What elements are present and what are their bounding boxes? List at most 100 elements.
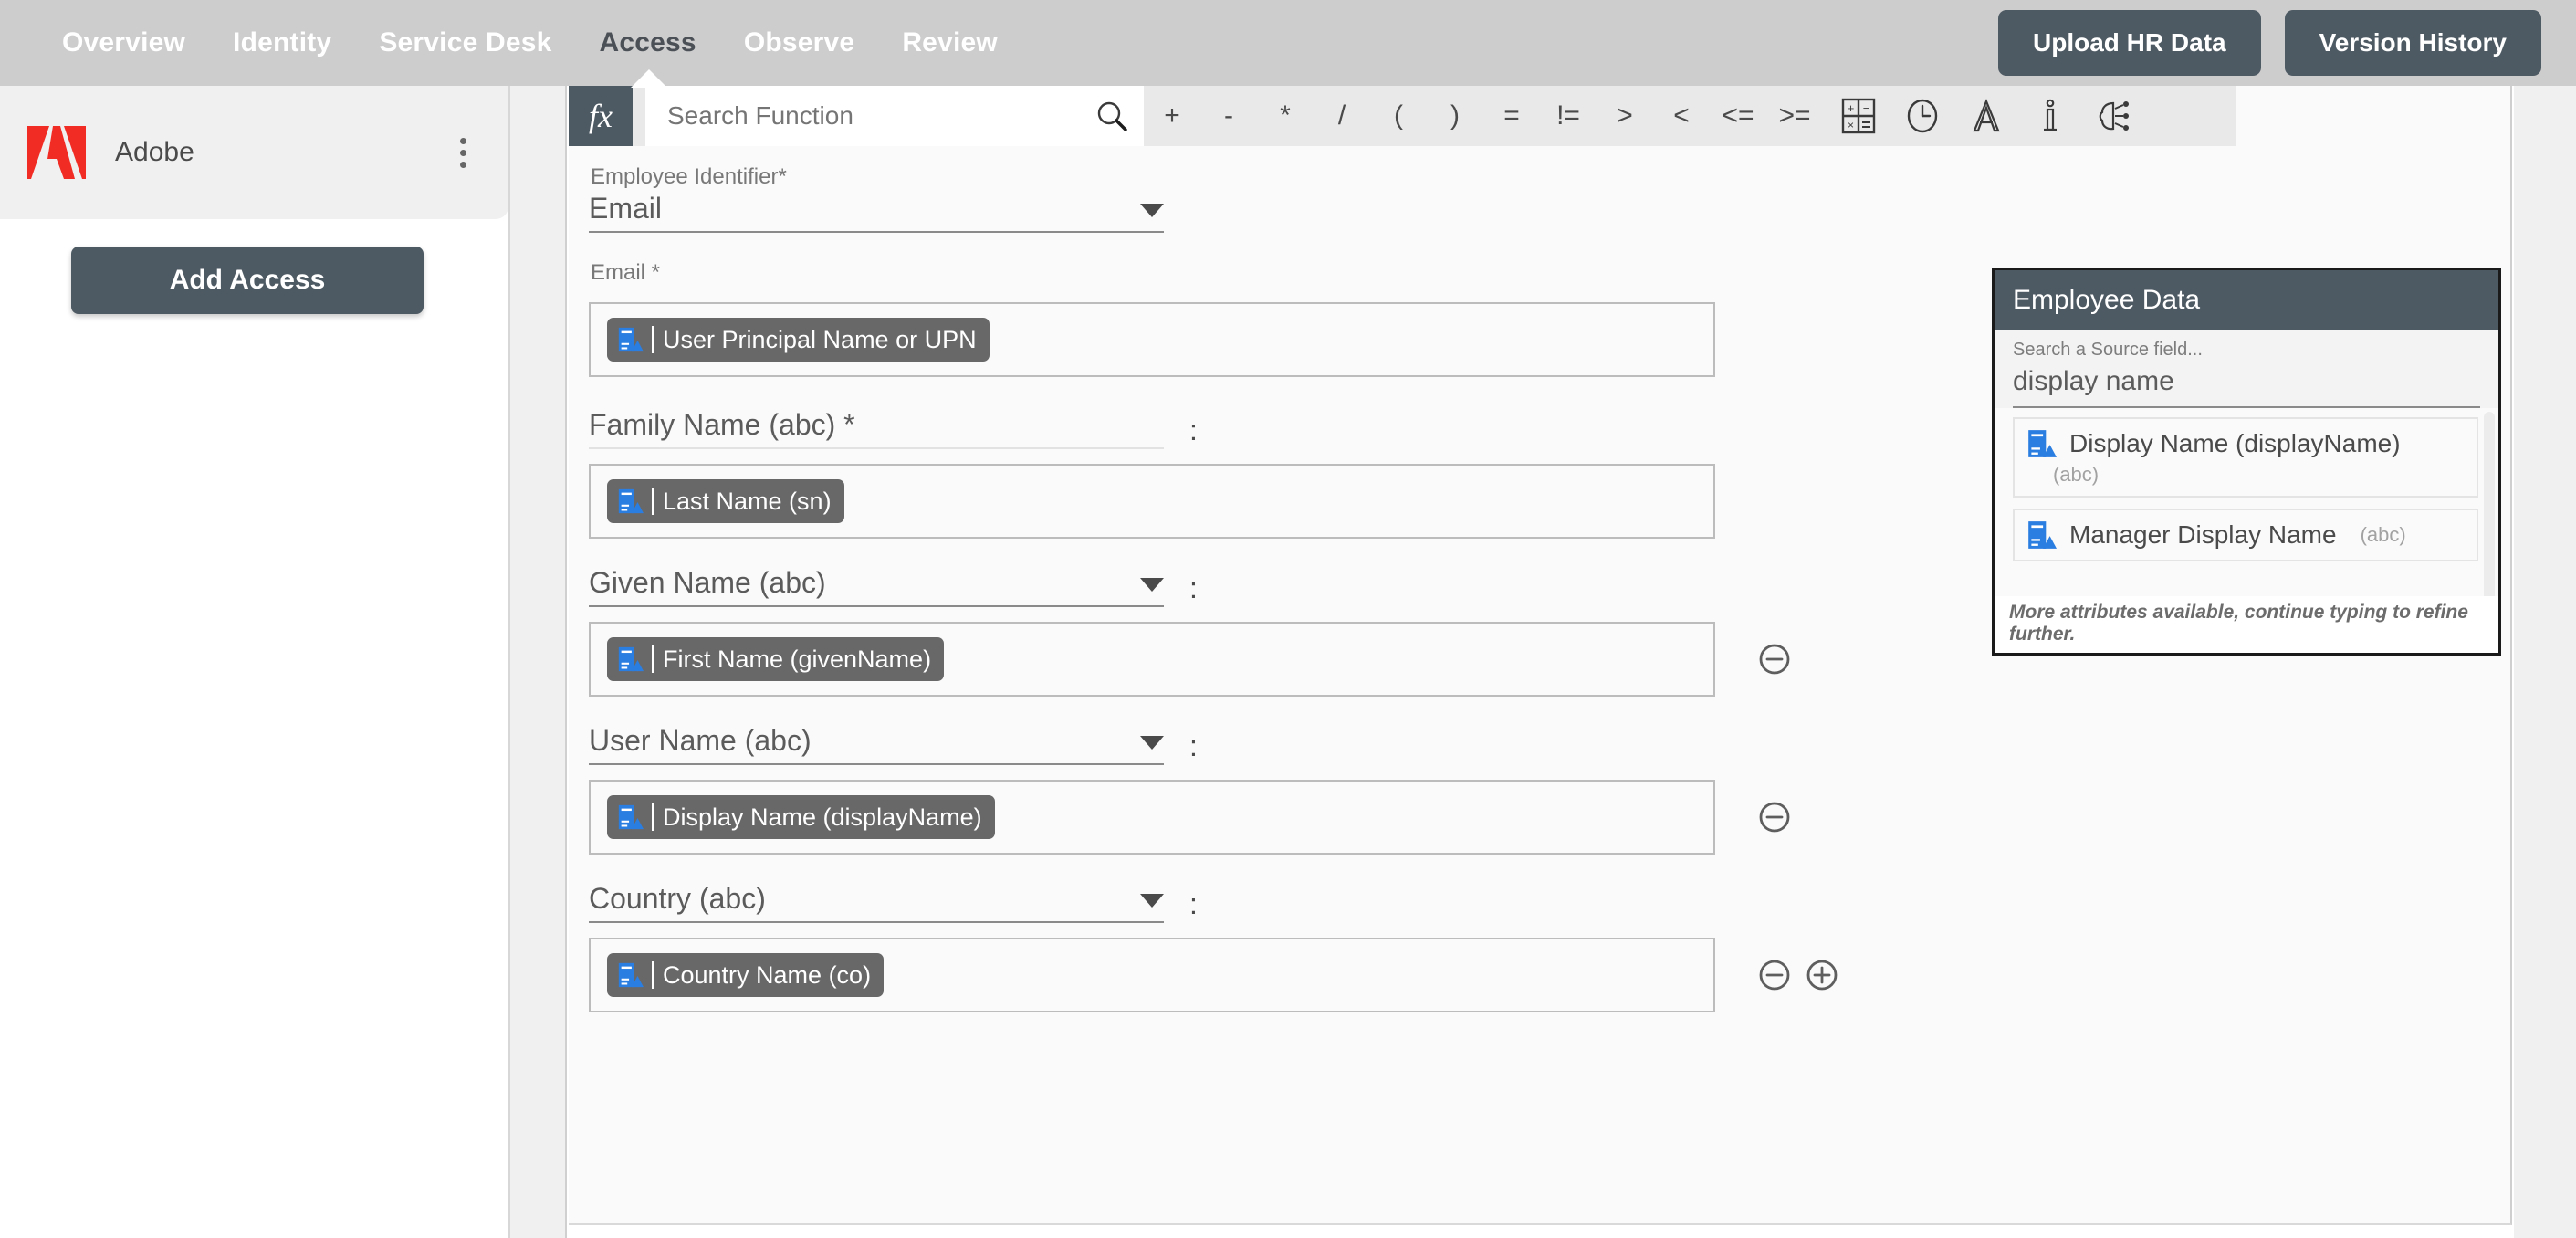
form-field: Country (abc) : Country Name (co) [589,882,1867,1012]
calculator-icon[interactable]: + − × [1839,97,1878,135]
chevron-down-icon[interactable] [1140,578,1164,592]
more-attributes-note: More attributes available, continue typi… [1995,596,2498,653]
field-label: Employee Identifier* [591,164,787,189]
main-content-panel: fx +-*/()=!=><<=>= + − × [569,69,2512,1225]
adobe-logo-icon [27,126,86,179]
minus-circle-button[interactable] [1757,958,1792,992]
chip-label: First Name (givenName) [663,645,932,673]
field-value-box[interactable]: Country Name (co) [589,938,1715,1012]
source-field-chip[interactable]: Country Name (co) [607,953,885,997]
operator-button[interactable]: > [1597,100,1653,131]
operator-button[interactable]: <= [1710,100,1766,131]
source-field-icon [618,646,644,672]
nav-tab-service-desk[interactable]: Service Desk [355,27,575,58]
field-colon: : [1189,729,1198,762]
source-field-chip[interactable]: Last Name (sn) [607,479,844,523]
ai-brain-icon[interactable] [2095,97,2133,135]
version-history-button[interactable]: Version History [2284,10,2541,76]
operator-button[interactable]: - [1200,100,1257,131]
search-function-input[interactable] [667,101,1096,131]
chip-divider [652,645,654,673]
field-select[interactable]: Family Name (abc) * [589,408,1164,449]
source-search-label: Search a Source field... [2013,340,2203,360]
right-rail [2514,86,2576,1238]
nav-actions: Upload HR Data Version History [1998,10,2576,76]
chevron-down-icon[interactable] [1140,894,1164,908]
source-search-input[interactable]: display name [2013,361,2480,408]
form-field: User Name (abc) : Display Name (displayN… [589,724,1867,855]
chip-label: User Principal Name or UPN [663,325,977,353]
source-field-chip[interactable]: User Principal Name or UPN [607,318,990,362]
operator-button[interactable]: * [1257,100,1314,131]
field-value-box[interactable]: User Principal Name or UPN [589,302,1715,377]
field-select[interactable]: Country (abc) [589,882,1164,923]
minus-circle-button[interactable] [1757,800,1792,834]
fx-function-badge[interactable]: fx [569,86,633,146]
nav-tab-list: Overview Identity Service Desk Access Observ… [0,27,1021,58]
form-field: Employee Identifier* Email [589,164,1867,233]
field-select-value: Email [589,192,663,225]
source-field-search[interactable]: Search a Source field... display name [1995,330,2498,408]
clock-icon[interactable] [1903,97,1942,135]
chevron-down-icon[interactable] [1140,736,1164,750]
top-navigation-bar: Overview Identity Service Desk Access Observ… [0,0,2576,86]
operator-button[interactable]: / [1314,100,1370,131]
operator-button-group: + - * /() = != > < <= >= [1144,86,1823,146]
source-field-icon [618,327,644,352]
form-field: Family Name (abc) * : Last Name (sn) [589,408,1867,539]
svg-text:−: − [1863,101,1870,115]
upload-hr-data-button[interactable]: Upload HR Data [1998,10,2261,76]
function-search-box[interactable] [645,86,1144,146]
add-access-wrapper: Add Access [0,219,508,314]
results-scrollbar[interactable] [2484,412,2495,596]
nav-tab-overview[interactable]: Overview [38,27,209,58]
field-value-box[interactable]: First Name (givenName) [589,622,1715,697]
field-select-value: Country (abc) [589,882,766,915]
field-select[interactable]: User Name (abc) [589,724,1164,765]
operator-button[interactable]: ) [1427,100,1483,131]
field-colon: : [1189,414,1198,446]
employee-data-title: Employee Data [2013,285,2201,315]
source-field-chip[interactable]: Display Name (displayName) [607,795,995,839]
source-field-results: Display Name (displayName) (abc) Manager D… [1995,408,2498,596]
field-colon: : [1189,887,1198,920]
search-icon[interactable] [1096,100,1127,131]
info-icon[interactable] [2031,97,2069,135]
plus-circle-button[interactable] [1805,958,1839,992]
org-name-label: Adobe [115,137,194,167]
result-type: (abc) [2053,463,2100,486]
operator-button[interactable]: < [1653,100,1710,131]
text-format-icon[interactable] [1967,97,2005,135]
operator-button[interactable]: ( [1370,100,1427,131]
chip-divider [652,488,654,515]
chevron-down-icon[interactable] [1140,204,1164,217]
operator-button[interactable]: + [1144,100,1200,131]
source-field-icon [2028,430,2057,457]
nav-tab-identity[interactable]: Identity [209,27,355,58]
operator-button[interactable]: >= [1766,100,1823,131]
minus-circle-button[interactable] [1757,642,1792,677]
source-field-chip[interactable]: First Name (givenName) [607,637,945,681]
field-select[interactable]: Email [589,192,1164,233]
nav-tab-review[interactable]: Review [878,27,1021,58]
nav-tab-access[interactable]: Access [576,27,720,58]
chip-divider [652,803,654,831]
field-select-value: Family Name (abc) * [589,408,855,441]
nav-tab-observe[interactable]: Observe [720,27,878,58]
row-controls [1757,800,1792,834]
chip-label: Country Name (co) [663,960,872,989]
field-value-box[interactable]: Display Name (displayName) [589,780,1715,855]
org-card[interactable]: Adobe [0,86,508,219]
source-field-result-item[interactable]: Manager Display Name (abc) [2013,509,2478,561]
add-access-button[interactable]: Add Access [71,247,424,314]
employee-data-panel: Employee Data Search a Source field... d… [1992,268,2501,656]
field-select[interactable]: Given Name (abc) [589,566,1164,607]
field-value-box[interactable]: Last Name (sn) [589,464,1715,539]
operator-button[interactable]: != [1540,100,1597,131]
kebab-menu-icon[interactable] [455,132,472,173]
operator-button[interactable]: = [1483,100,1540,131]
formula-toolbar: fx +-*/()=!=><<=>= + − × [569,69,2236,146]
field-select-value: Given Name (abc) [589,566,826,599]
source-field-icon [618,962,644,988]
source-field-result-item[interactable]: Display Name (displayName) (abc) [2013,417,2478,498]
